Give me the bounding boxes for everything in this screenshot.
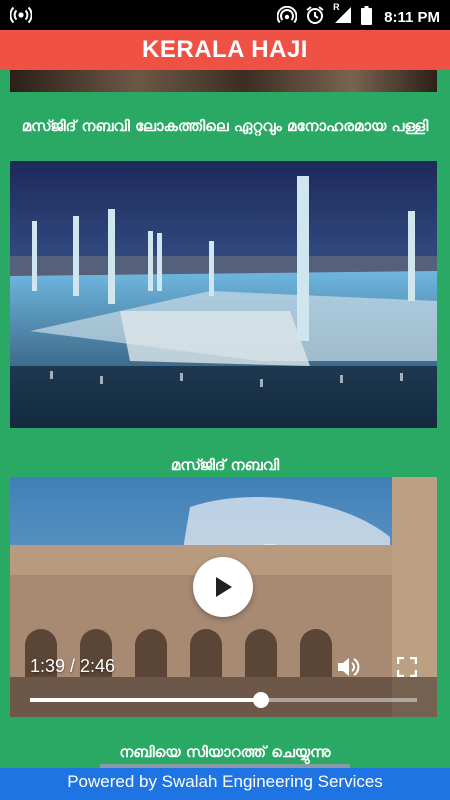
hotspot-icon <box>276 5 298 28</box>
play-icon <box>216 577 232 597</box>
video-time: 1:39 / 2:46 <box>30 656 116 676</box>
play-button[interactable] <box>193 557 253 617</box>
fullscreen-icon[interactable] <box>396 656 418 681</box>
feed-list[interactable]: മസ്ജിദ് നബവി ലോകത്തിലെ ഏറ്റവും മനോഹരമായ … <box>0 70 450 768</box>
clock: 8:11 PM <box>384 8 440 26</box>
masjid-nabawi-photo <box>10 161 437 428</box>
alarm-icon <box>305 5 325 29</box>
item-caption: നബിയെ സിയാറത്ത് ചെയ്യുന്നു <box>119 743 331 761</box>
video-seek-bar[interactable] <box>30 692 417 708</box>
seek-thumb[interactable] <box>253 692 270 708</box>
roaming-indicator: R <box>333 2 340 12</box>
footer-credit: Powered by Swalah Engineering Services <box>0 768 450 800</box>
app-title: KERALA HAJI <box>0 30 450 70</box>
item-caption: മസ്ജിദ് നബവി ലോകത്തിലെ ഏറ്റവും മനോഹരമായ … <box>21 117 429 135</box>
signal-icon: R <box>333 2 353 28</box>
previous-item-image <box>10 70 437 92</box>
video-player[interactable]: 1:39 / 2:46 <box>10 477 437 717</box>
status-bar: R 8:11 PM <box>0 0 450 30</box>
battery-icon <box>361 5 373 29</box>
radio-icon <box>9 6 33 28</box>
volume-icon[interactable] <box>336 655 362 683</box>
seek-progress <box>30 698 262 702</box>
item-caption: മസ്ജിദ് നബവി <box>170 456 280 474</box>
